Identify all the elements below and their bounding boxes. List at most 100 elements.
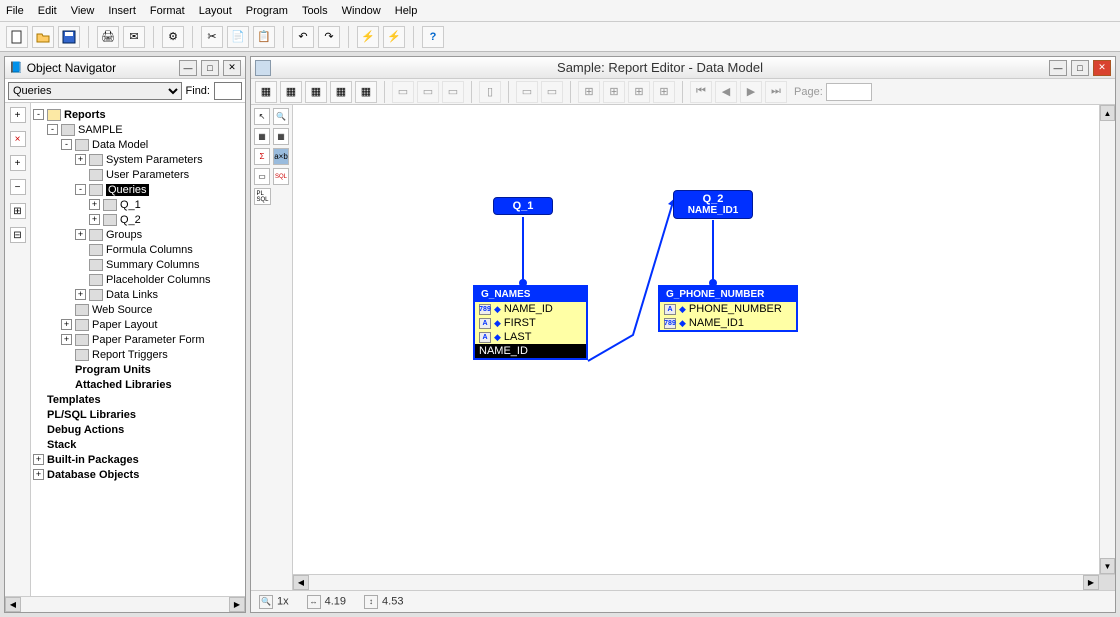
editor-titlebar[interactable]: Sample: Report Editor - Data Model — □ ✕	[251, 57, 1115, 79]
tree-item[interactable]: +Paper Layout	[33, 317, 243, 332]
menu-layout[interactable]: Layout	[199, 5, 232, 17]
collapse-button[interactable]: −	[10, 179, 26, 195]
expander-icon[interactable]: -	[75, 184, 86, 195]
menu-tools[interactable]: Tools	[302, 5, 328, 17]
save-button[interactable]	[58, 26, 80, 48]
prev-page-button[interactable]: ◀	[715, 81, 737, 103]
formula-column-tool[interactable]: a×b	[273, 148, 289, 165]
run-button[interactable]: ⚙	[162, 26, 184, 48]
tree-item[interactable]: -Data Model	[33, 137, 243, 152]
query-tool[interactable]: ▦	[254, 128, 270, 145]
expander-icon[interactable]: +	[89, 199, 100, 210]
menu-view[interactable]: View	[71, 5, 95, 17]
scroll-track[interactable]	[21, 597, 229, 612]
compile-button[interactable]: ⚡	[357, 26, 379, 48]
tree-item[interactable]: +Groups	[33, 227, 243, 242]
column-row[interactable]: 789◆NAME_ID1	[660, 316, 796, 330]
tree-item[interactable]: Web Source	[33, 302, 243, 317]
expand-all-button[interactable]: ⊞	[10, 203, 26, 219]
column-row[interactable]: 789◆NAME_ID	[475, 302, 586, 316]
tree-item[interactable]: Stack	[33, 437, 243, 452]
tree-item[interactable]: Attached Libraries	[33, 377, 243, 392]
summary-column-tool[interactable]: Σ	[254, 148, 270, 165]
copy-button[interactable]: 📄	[227, 26, 249, 48]
navigator-titlebar[interactable]: 📘 Object Navigator — □ ✕	[5, 57, 245, 79]
insert-query-button[interactable]: ▭	[392, 81, 414, 103]
canvas-scrollbar-v[interactable]: ▲ ▼	[1099, 105, 1115, 574]
insert-column-button[interactable]: ▭	[442, 81, 464, 103]
expander-icon[interactable]: -	[47, 124, 58, 135]
paper-design-view-button[interactable]: ▦	[330, 81, 352, 103]
group-g-names[interactable]: G_NAMES 789◆NAME_ID A◆FIRST A◆LAST NAME_…	[473, 285, 588, 360]
scroll-right-icon[interactable]: ▶	[1083, 575, 1099, 590]
next-page-button[interactable]: ▶	[740, 81, 762, 103]
group-tool[interactable]: ▦	[273, 128, 289, 145]
compile-all-button[interactable]: ⚡	[383, 26, 405, 48]
scroll-down-icon[interactable]: ▼	[1100, 558, 1115, 574]
page-input[interactable]	[826, 83, 872, 101]
layout-button[interactable]: ⊞	[578, 81, 600, 103]
tree-item[interactable]: User Parameters	[33, 167, 243, 182]
tree-item[interactable]: +Paper Parameter Form	[33, 332, 243, 347]
menu-file[interactable]: File	[6, 5, 24, 17]
zoom-in-button[interactable]: ▭	[516, 81, 538, 103]
scroll-left-icon[interactable]: ◀	[293, 575, 309, 590]
tree-item[interactable]: Summary Columns	[33, 257, 243, 272]
column-row[interactable]: A◆PHONE_NUMBER	[660, 302, 796, 316]
redo-button[interactable]: ↷	[318, 26, 340, 48]
expander-icon[interactable]: -	[61, 139, 72, 150]
tree-item[interactable]: +System Parameters	[33, 152, 243, 167]
minimize-button[interactable]: —	[1049, 60, 1067, 76]
align-button[interactable]: ▯	[479, 81, 501, 103]
open-button[interactable]	[32, 26, 54, 48]
cut-button[interactable]: ✂	[201, 26, 223, 48]
create-button[interactable]: +	[10, 107, 26, 123]
first-page-button[interactable]: ⏮	[690, 81, 712, 103]
data-model-canvas[interactable]: Q_1 Q_2 NAME_ID1 G_NAMES 789◆NAME_ID A◆F…	[293, 105, 1099, 574]
navigator-scrollbar-h[interactable]: ◀ ▶	[5, 596, 245, 612]
ref-cursor-tool[interactable]: PLSQL	[254, 188, 271, 205]
data-model-view-button[interactable]: ▦	[255, 81, 277, 103]
tree-item[interactable]: -Reports	[33, 107, 243, 122]
zoom-out-button[interactable]: ▭	[541, 81, 563, 103]
expander-icon[interactable]: -	[33, 109, 44, 120]
magnify-tool[interactable]: 🔍	[273, 108, 289, 125]
layout4-button[interactable]: ⊞	[653, 81, 675, 103]
print-button[interactable]: 🖨	[97, 26, 119, 48]
select-tool[interactable]: ↖	[254, 108, 270, 125]
scroll-track[interactable]	[309, 575, 1083, 590]
find-input[interactable]	[214, 82, 242, 100]
mail-button[interactable]: ✉	[123, 26, 145, 48]
scroll-up-icon[interactable]: ▲	[1100, 105, 1115, 121]
tree-item[interactable]: Placeholder Columns	[33, 272, 243, 287]
placeholder-tool[interactable]: ▭	[254, 168, 270, 185]
tree-item[interactable]: +Data Links	[33, 287, 243, 302]
query-node-q2[interactable]: Q_2 NAME_ID1	[673, 190, 753, 219]
expander-icon[interactable]: +	[61, 334, 72, 345]
object-tree[interactable]: -Reports-SAMPLE-Data Model+System Parame…	[31, 103, 245, 596]
insert-group-button[interactable]: ▭	[417, 81, 439, 103]
close-button[interactable]: ✕	[223, 60, 241, 76]
expander-icon[interactable]: +	[89, 214, 100, 225]
menu-help[interactable]: Help	[395, 5, 418, 17]
tree-item[interactable]: +Q_2	[33, 212, 243, 227]
paste-button[interactable]: 📋	[253, 26, 275, 48]
tree-item[interactable]: Debug Actions	[33, 422, 243, 437]
paper-layout-view-button[interactable]: ▦	[305, 81, 327, 103]
delete-button[interactable]: ×	[10, 131, 26, 147]
menu-insert[interactable]: Insert	[108, 5, 136, 17]
expander-icon[interactable]: +	[33, 454, 44, 465]
collapse-all-button[interactable]: ⊟	[10, 227, 26, 243]
sql-tool[interactable]: SQL	[273, 168, 289, 185]
scroll-track[interactable]	[1100, 121, 1115, 558]
group-g-phone-number[interactable]: G_PHONE_NUMBER A◆PHONE_NUMBER 789◆NAME_I…	[658, 285, 798, 332]
tree-item[interactable]: Templates	[33, 392, 243, 407]
maximize-button[interactable]: □	[201, 60, 219, 76]
column-row[interactable]: A◆LAST	[475, 330, 586, 344]
column-row[interactable]: A◆FIRST	[475, 316, 586, 330]
tree-item[interactable]: -SAMPLE	[33, 122, 243, 137]
help-button[interactable]: ?	[422, 26, 444, 48]
expander-icon[interactable]: +	[75, 154, 86, 165]
tree-item[interactable]: Program Units	[33, 362, 243, 377]
last-page-button[interactable]: ⏭	[765, 81, 787, 103]
